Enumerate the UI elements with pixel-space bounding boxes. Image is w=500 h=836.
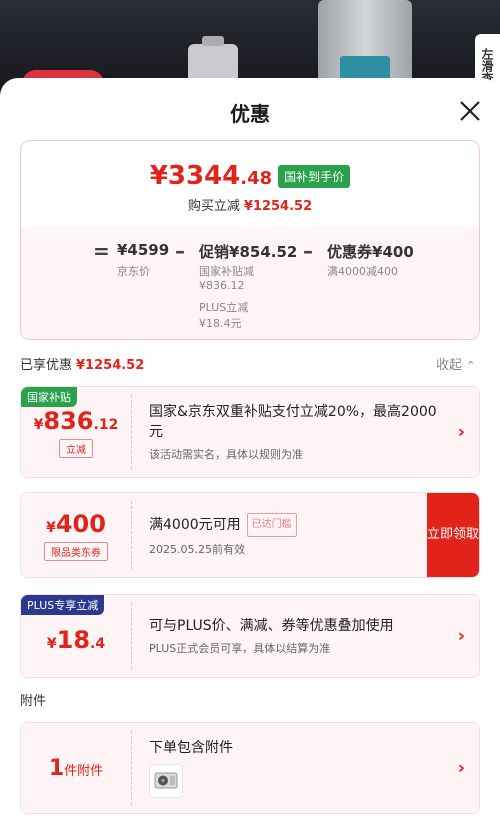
outdoor-unit-thumbnail [149,764,183,798]
coupon-divider [131,603,132,669]
coupon-value-block: ¥18.4 [21,595,131,677]
coupon-type-tag: 限品类东券 [44,541,108,561]
coupon-title: 可与PLUS价、满减、券等优惠叠加使用 [149,618,394,634]
plus-discount-coupon[interactable]: PLUS专享立减 ¥18.4 可与PLUS价、满减、券等优惠叠加使用 PLUS正… [20,594,480,678]
coupon-value-block: ¥400 限品类东券 [21,493,131,577]
promo-amount: 促销¥854.52 [199,243,298,261]
final-price-row: ¥3344.48 国补到手价 [21,161,479,191]
subsidy-price-badge: 国补到手价 [278,164,351,188]
price-summary-card: ¥3344.48 国补到手价 购买立减 ¥1254.52 = ¥4599 京东价 … [20,140,480,340]
claim-coupon-button[interactable]: 立即领取 [427,493,479,577]
national-subsidy-amount: ¥836.12 [199,279,245,292]
attachment-count: 1件附件 [48,755,104,781]
air-unit-icon [154,772,178,789]
attachment-count-block: 1件附件 [21,723,131,813]
coupon-title: 国家&京东双重补贴支付立减20%，最高2000元 [149,404,437,440]
threshold-reached-tag: 已达门槛 [246,513,297,537]
attachment-info: 下单包含附件 [149,723,439,813]
coupon-value-block: ¥836.12 立减 [21,387,131,477]
coupon-title: 满4000元可用 已达门槛 [149,513,419,537]
coupon-info: 国家&京东双重补贴支付立减20%，最高2000元 该活动需实名，具体以规则为准 [149,387,439,477]
chevron-right-icon[interactable]: › [458,626,465,647]
plus-discount-label: PLUS立减 [199,301,249,314]
enjoyed-discount: 已享优惠 ¥1254.52 [20,358,145,373]
coupon-type-tag: 立减 [59,438,93,458]
coupon-value: ¥400 [46,509,106,538]
attachment-title: 下单包含附件 [149,740,233,756]
coupon-value: ¥18.4 [46,626,106,654]
chevron-up-icon: ⌃ [466,359,476,372]
close-button[interactable] [455,96,485,126]
sheet-title: 优惠 [230,102,270,126]
minus-sign: – [303,239,313,263]
chevron-right-icon[interactable]: › [458,422,465,443]
coupon-desc: 该活动需实名，具体以规则为准 [149,448,303,461]
coupon-amount: 优惠券¥400 [327,243,414,261]
coupon-divider [131,501,132,569]
store-coupon[interactable]: ¥400 限品类东券 满4000元可用 已达门槛 2025.05.25前有效 立即… [20,492,480,578]
plus-discount-amount: ¥18.4元 [199,317,242,330]
final-price: ¥3344.48 [149,161,273,191]
coupon-info: 满4000元可用 已达门槛 2025.05.25前有效 [149,493,419,577]
coupon-divider [131,731,132,805]
jd-price: ¥4599 [117,241,170,259]
saving-row: 购买立减 ¥1254.52 [187,199,313,214]
collapse-button[interactable]: 收起 ⌃ [436,354,475,373]
close-icon [460,101,480,121]
attachment-section-label: 附件 [20,694,47,709]
attachment-card[interactable]: 1件附件 下单包含附件 › [20,722,480,814]
discount-sheet: 优惠 ¥3344.48 国补到手价 购买立减 ¥1254.52 = ¥4599 京… [0,78,500,836]
coupon-expiry: 2025.05.25前有效 [149,543,245,556]
coupon-desc: PLUS正式会员可享，具体以结算为准 [149,642,331,655]
chevron-right-icon[interactable]: › [458,758,465,779]
jd-price-label: 京东价 [117,265,150,278]
national-subsidy-label: 国家补贴减 [199,265,254,278]
coupon-divider [131,395,132,469]
national-subsidy-coupon[interactable]: 国家补贴 ¥836.12 立减 国家&京东双重补贴支付立减20%，最高2000元… [20,386,480,478]
minus-sign: – [175,239,185,263]
equals-sign: = [93,239,110,263]
coupon-info: 可与PLUS价、满减、券等优惠叠加使用 PLUS正式会员可享，具体以结算为准 [149,595,439,677]
coupon-value: ¥836.12 [33,406,119,435]
coupon-condition: 满4000减400 [327,265,398,278]
